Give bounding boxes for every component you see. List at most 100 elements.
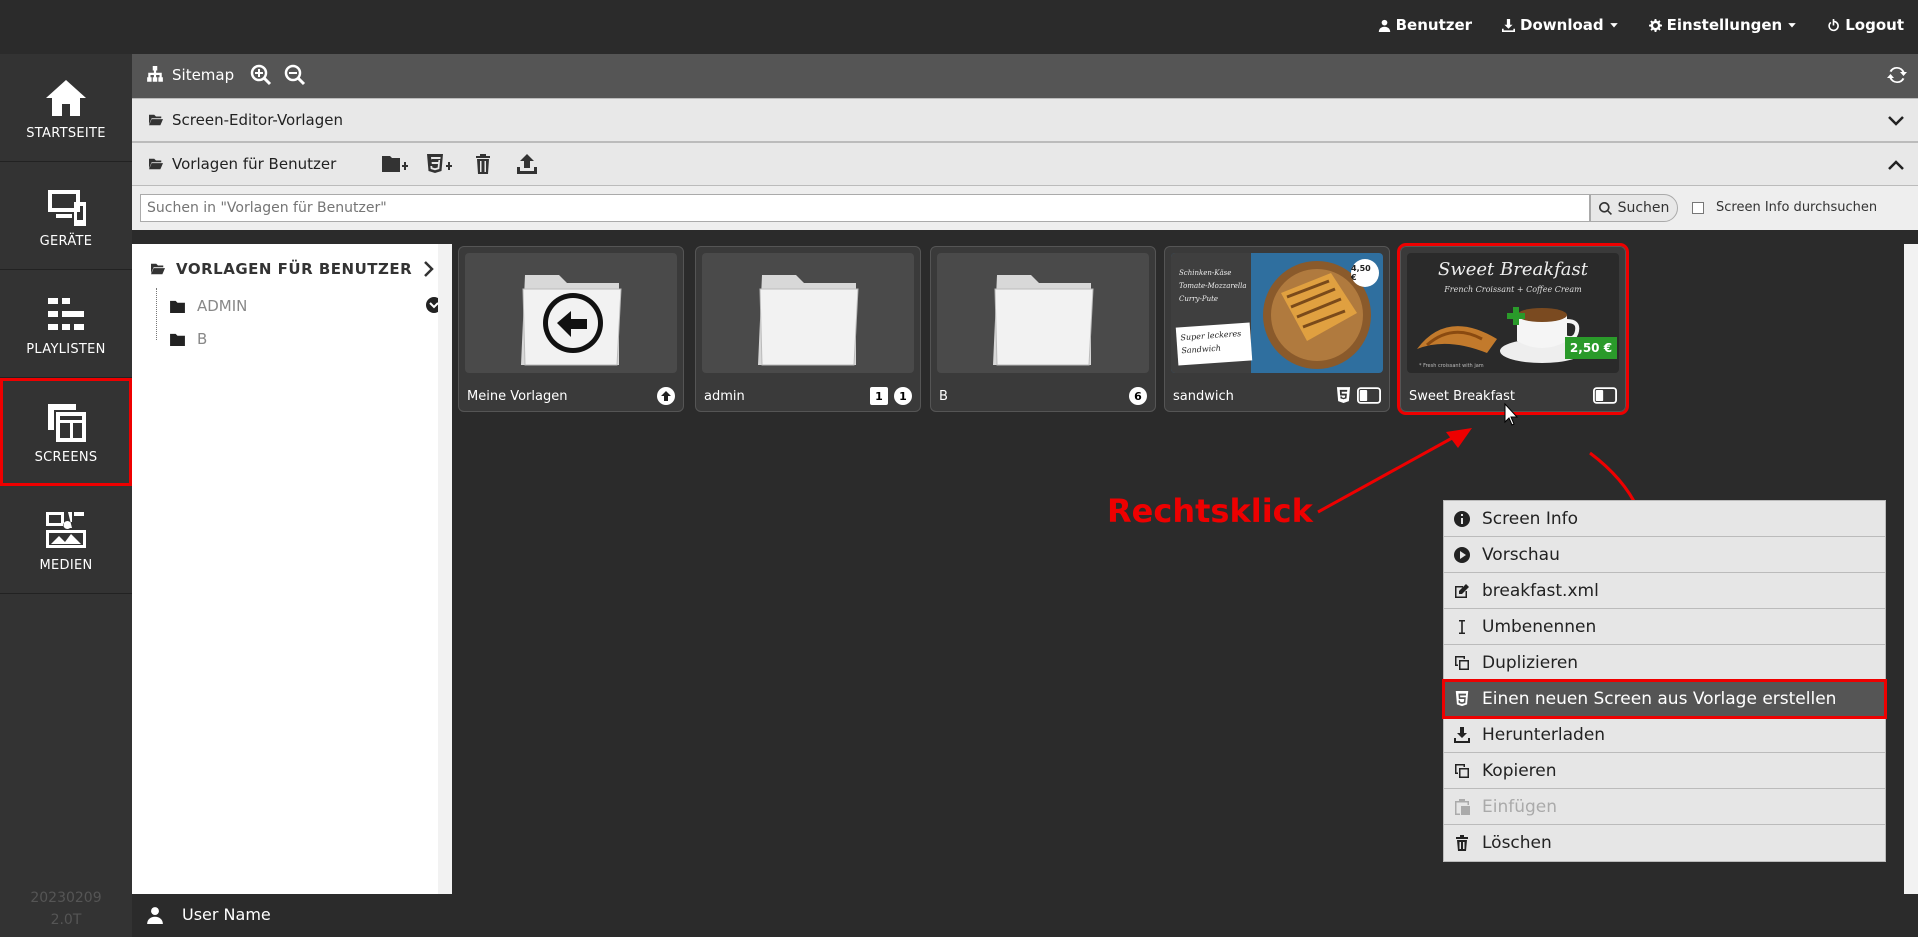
logout-button[interactable]: Logout: [1827, 16, 1904, 34]
card-badges: [1593, 387, 1617, 404]
card-thumbnail: [702, 253, 914, 373]
menu-item-label: Löschen: [1482, 833, 1552, 853]
username-label: User Name: [182, 905, 271, 924]
card-meine-vorlagen[interactable]: Meine Vorlagen: [458, 246, 684, 412]
new-html5-screen-icon[interactable]: [426, 153, 452, 175]
devices-icon: [48, 190, 86, 226]
user-menu[interactable]: Benutzer: [1378, 16, 1472, 34]
subfolder-count-badge: 1: [870, 387, 888, 405]
caret-down-icon: [1788, 23, 1796, 28]
card-badges: [1336, 387, 1381, 404]
thumb-price: 4,50 €: [1351, 259, 1379, 287]
settings-menu-label: Einstellungen: [1666, 16, 1783, 34]
menu-item-label: Einen neuen Screen aus Vorlage erstellen: [1482, 688, 1837, 709]
grid-scrollbar[interactable]: [1904, 244, 1918, 894]
sidebar-item-label: GERÄTE: [39, 234, 93, 249]
menu-item-create-screen-from-template[interactable]: Einen neuen Screen aus Vorlage erstellen: [1442, 679, 1887, 719]
card-admin[interactable]: admin 1 1: [695, 246, 921, 412]
sidebar-item-medien[interactable]: MEDIEN: [0, 486, 132, 594]
menu-item-kopieren[interactable]: Kopieren: [1444, 753, 1885, 789]
sidebar-item-startseite[interactable]: STARTSEITE: [0, 54, 132, 162]
search-screen-info-checkbox[interactable]: [1692, 201, 1704, 214]
sidebar-item-label: SCREENS: [34, 450, 98, 465]
download-menu[interactable]: Download: [1502, 16, 1619, 34]
search-icon: [1598, 201, 1612, 215]
menu-item-herunterladen[interactable]: Herunterladen: [1444, 717, 1885, 753]
card-badges: 1 1: [870, 387, 912, 405]
current-user[interactable]: User Name: [146, 905, 271, 924]
menu-item-edit-xml[interactable]: breakfast.xml: [1444, 573, 1885, 609]
accordion-title-label: Vorlagen für Benutzer: [172, 155, 337, 173]
trash-icon[interactable]: [470, 153, 496, 175]
tree-node-b[interactable]: B: [170, 330, 207, 348]
sidebar-item-screens[interactable]: SCREENS: [0, 378, 132, 486]
sidebar-item-playlisten[interactable]: PLAYLISTEN: [0, 270, 132, 378]
version-date: 20230209: [30, 890, 102, 906]
trash-icon: [1456, 835, 1468, 851]
folder-tree: VORLAGEN FÜR BENUTZER ADMIN B: [132, 244, 452, 894]
zoom-out-icon[interactable]: [284, 64, 306, 86]
new-folder-icon[interactable]: [382, 153, 408, 175]
tree-scrollbar[interactable]: [438, 244, 452, 894]
sitemap-label: Sitemap: [172, 66, 235, 84]
gear-icon: [1648, 18, 1662, 32]
card-b[interactable]: B 6: [930, 246, 1156, 412]
card-thumbnail: [465, 253, 677, 373]
thumb-line: Tomate-Mozzarella: [1179, 282, 1247, 290]
user-icon: [1378, 19, 1390, 32]
footer-bar: User Name: [132, 894, 1918, 937]
accordion-screen-editor-templates[interactable]: Screen-Editor-Vorlagen: [132, 98, 1918, 142]
menu-item-label: Herunterladen: [1482, 724, 1606, 745]
screens-icon: [48, 404, 86, 442]
power-icon: [1828, 18, 1840, 31]
chevron-up-icon[interactable]: [1888, 157, 1904, 173]
settings-menu[interactable]: Einstellungen: [1648, 16, 1798, 34]
menu-item-einfuegen: Einfügen: [1444, 789, 1885, 825]
accordion-title-label: Screen-Editor-Vorlagen: [172, 111, 344, 129]
zoom-in-icon[interactable]: [250, 64, 272, 86]
paste-icon: [1455, 798, 1470, 815]
html5-icon: [1336, 387, 1351, 403]
thumb-menu-text: Schinken-Käse Tomate-Mozzarella Curry-Pu…: [1179, 267, 1247, 306]
tree-header[interactable]: VORLAGEN FÜR BENUTZER: [150, 260, 412, 278]
search-button[interactable]: Suchen: [1590, 194, 1678, 222]
folder-icon: [993, 275, 1094, 366]
menu-item-loeschen[interactable]: Löschen: [1444, 825, 1885, 861]
card-thumbnail: [937, 253, 1149, 373]
version-info: 20230209 2.0T: [0, 887, 132, 931]
accordion-user-templates[interactable]: Vorlagen für Benutzer: [132, 142, 1918, 186]
search-input[interactable]: [140, 194, 1590, 222]
card-sandwich[interactable]: Schinken-Käse Tomate-Mozzarella Curry-Pu…: [1164, 246, 1390, 412]
menu-item-duplizieren[interactable]: Duplizieren: [1444, 645, 1885, 681]
card-thumbnail: Sweet Breakfast French Croissant + Coffe…: [1407, 253, 1619, 373]
upload-icon[interactable]: [514, 153, 540, 175]
menu-item-umbenennen[interactable]: Umbenennen: [1444, 609, 1885, 645]
tree-connector: [156, 288, 157, 340]
tree-node-admin[interactable]: ADMIN: [170, 297, 247, 315]
thumb-footnote: * Fresh croissant with jam: [1419, 363, 1484, 369]
refresh-icon[interactable]: [1886, 64, 1908, 86]
menu-item-vorschau[interactable]: Vorschau: [1444, 537, 1885, 573]
user-icon: [147, 906, 163, 924]
sitemap-button[interactable]: Sitemap: [146, 66, 234, 84]
search-button-label: Suchen: [1617, 200, 1670, 216]
chevron-down-icon[interactable]: [1888, 113, 1904, 129]
chevron-right-icon[interactable]: [422, 260, 436, 278]
thumb-line: Schinken-Käse: [1179, 269, 1232, 277]
version-number: 2.0T: [50, 912, 82, 928]
thumb-note: Super leckeres Sandwich: [1175, 322, 1253, 366]
menu-item-screen-info[interactable]: Screen Info: [1444, 501, 1885, 537]
card-name: admin: [704, 389, 745, 404]
search-screen-info-option[interactable]: Screen Info durchsuchen: [1692, 200, 1877, 215]
sidebar-item-geraete[interactable]: GERÄTE: [0, 162, 132, 270]
folder-open-icon: [151, 263, 165, 275]
sidebar-item-label: STARTSEITE: [26, 126, 106, 141]
media-icon: [46, 512, 86, 548]
playlist-icon: [48, 298, 84, 330]
search-bar: Suchen Screen Info durchsuchen: [132, 186, 1918, 230]
download-icon: [1502, 18, 1516, 32]
card-name: sandwich: [1173, 389, 1234, 404]
card-sweet-breakfast[interactable]: Sweet Breakfast French Croissant + Coffe…: [1397, 243, 1629, 415]
edit-icon: [1455, 583, 1469, 598]
item-count-badge: 6: [1129, 387, 1147, 405]
